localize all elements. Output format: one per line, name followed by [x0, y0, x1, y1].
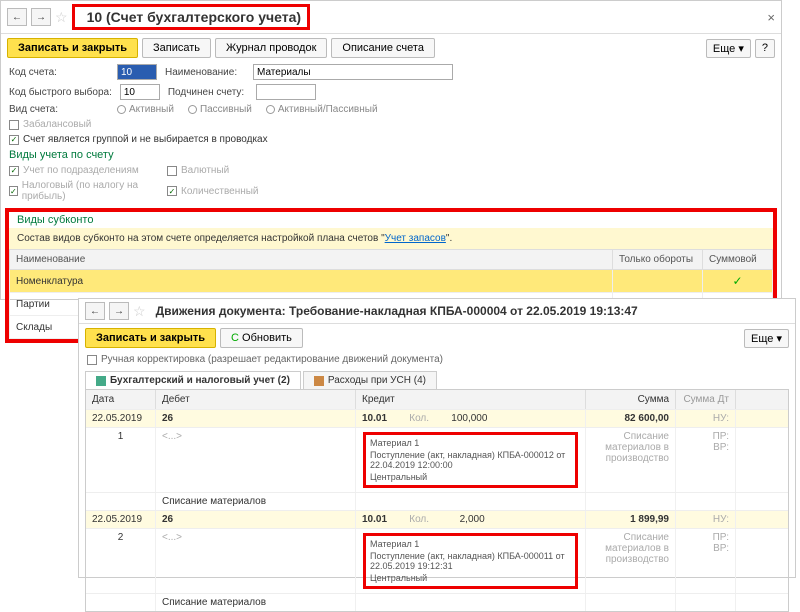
section-subkonto: Виды субконто — [9, 212, 773, 228]
table-row[interactable]: Номенклатура✓ — [10, 270, 773, 293]
star-icon[interactable]: ☆ — [133, 303, 146, 320]
code-label: Код счета: — [9, 67, 109, 78]
description-button[interactable]: Описание счета — [331, 38, 435, 58]
window-title: Движения документа: Требование-накладная… — [156, 304, 638, 318]
tabs: Бухгалтерский и налоговый учет (2) Расхо… — [79, 371, 795, 389]
toolbar: Записать и закрыть Записать Журнал прово… — [1, 34, 781, 62]
toolbar: Записать и закрыть С Обновить Еще ▾ — [79, 324, 795, 352]
grid-row[interactable]: 22.05.2019 26 10.01 Кол. 100,000 82 600,… — [86, 409, 788, 427]
star-icon[interactable]: ☆ — [55, 9, 68, 26]
th-name: Наименование — [10, 250, 613, 270]
th-turn: Только обороты — [613, 250, 703, 270]
section-types: Виды учета по счету — [1, 147, 781, 163]
dept-checkbox[interactable]: ✓Учет по подразделениям — [9, 165, 159, 176]
movements-window: ← → ☆ Движения документа: Требование-нак… — [78, 298, 796, 578]
th-sum: Суммовой — [703, 250, 773, 270]
save-close-button[interactable]: Записать и закрыть — [85, 328, 216, 348]
manual-checkbox[interactable]: Ручная корректировка (разрешает редактир… — [87, 354, 443, 365]
grid-subrow: 2 <...> Материал 1 Поступление (акт, нак… — [86, 528, 788, 593]
journal-button[interactable]: Журнал проводок — [215, 38, 327, 58]
titlebar: ← → ☆ 10 (Счет бухгалтерского учета) × — [1, 1, 781, 34]
account-window: ← → ☆ 10 (Счет бухгалтерского учета) × З… — [0, 0, 782, 300]
tab-icon — [314, 376, 324, 386]
tab-icon — [96, 376, 106, 386]
fast-input[interactable] — [120, 84, 160, 100]
stock-link[interactable]: Учет запасов — [385, 233, 446, 244]
grid-subrow: 1 <...> Материал 1 Поступление (акт, нак… — [86, 427, 788, 492]
more-button[interactable]: Еще ▾ — [744, 329, 789, 348]
info-bar: Состав видов субконто на этом счете опре… — [9, 228, 773, 249]
grid-row[interactable]: 22.05.2019 26 10.01 Кол. 2,000 1 899,99 … — [86, 510, 788, 528]
postings-grid: Дата Дебет Кредит Сумма Сумма Дт 22.05.2… — [85, 389, 789, 612]
back-button[interactable]: ← — [85, 302, 105, 320]
help-button[interactable]: ? — [755, 39, 775, 58]
more-button[interactable]: Еще ▾ — [706, 39, 751, 58]
currency-checkbox[interactable]: Валютный — [167, 165, 229, 176]
grid-subrow: Списание материалов — [86, 593, 788, 611]
credit-detail-highlighted: Материал 1 Поступление (акт, накладная) … — [363, 533, 578, 589]
forward-button[interactable]: → — [31, 8, 51, 26]
tax-checkbox[interactable]: ✓Налоговый (по налогу на прибыль) — [9, 180, 159, 202]
window-title: 10 (Счет бухгалтерского учета) — [72, 4, 311, 30]
group-checkbox[interactable]: ✓Счет является группой и не выбирается в… — [9, 134, 268, 145]
forward-button[interactable]: → — [109, 302, 129, 320]
titlebar: ← → ☆ Движения документа: Требование-нак… — [79, 299, 795, 324]
radio-active[interactable]: Активный — [117, 104, 174, 115]
radio-ap[interactable]: Активный/Пассивный — [266, 104, 378, 115]
grid-subrow: Списание материалов — [86, 492, 788, 510]
fast-label: Код быстрого выбора: — [9, 87, 112, 98]
refresh-button[interactable]: С Обновить — [220, 328, 303, 348]
close-icon[interactable]: × — [767, 10, 775, 25]
name-label: Наименование: — [165, 67, 245, 78]
back-button[interactable]: ← — [7, 8, 27, 26]
code-input[interactable] — [117, 64, 157, 80]
parent-input[interactable] — [256, 84, 316, 100]
qty-checkbox[interactable]: ✓Количественный — [167, 186, 259, 197]
offbalance-checkbox[interactable]: Забалансовый — [9, 119, 91, 130]
save-close-button[interactable]: Записать и закрыть — [7, 38, 138, 58]
type-label: Вид счета: — [9, 104, 109, 115]
credit-detail-highlighted: Материал 1 Поступление (акт, накладная) … — [363, 432, 578, 488]
tab-usn[interactable]: Расходы при УСН (4) — [303, 371, 437, 389]
radio-passive[interactable]: Пассивный — [188, 104, 252, 115]
grid-header: Дата Дебет Кредит Сумма Сумма Дт — [86, 390, 788, 409]
save-button[interactable]: Записать — [142, 38, 211, 58]
parent-label: Подчинен счету: — [168, 87, 248, 98]
type-radio-group: Активный Пассивный Активный/Пассивный — [117, 104, 378, 115]
tab-accounting[interactable]: Бухгалтерский и налоговый учет (2) — [85, 371, 301, 389]
name-input[interactable] — [253, 64, 453, 80]
